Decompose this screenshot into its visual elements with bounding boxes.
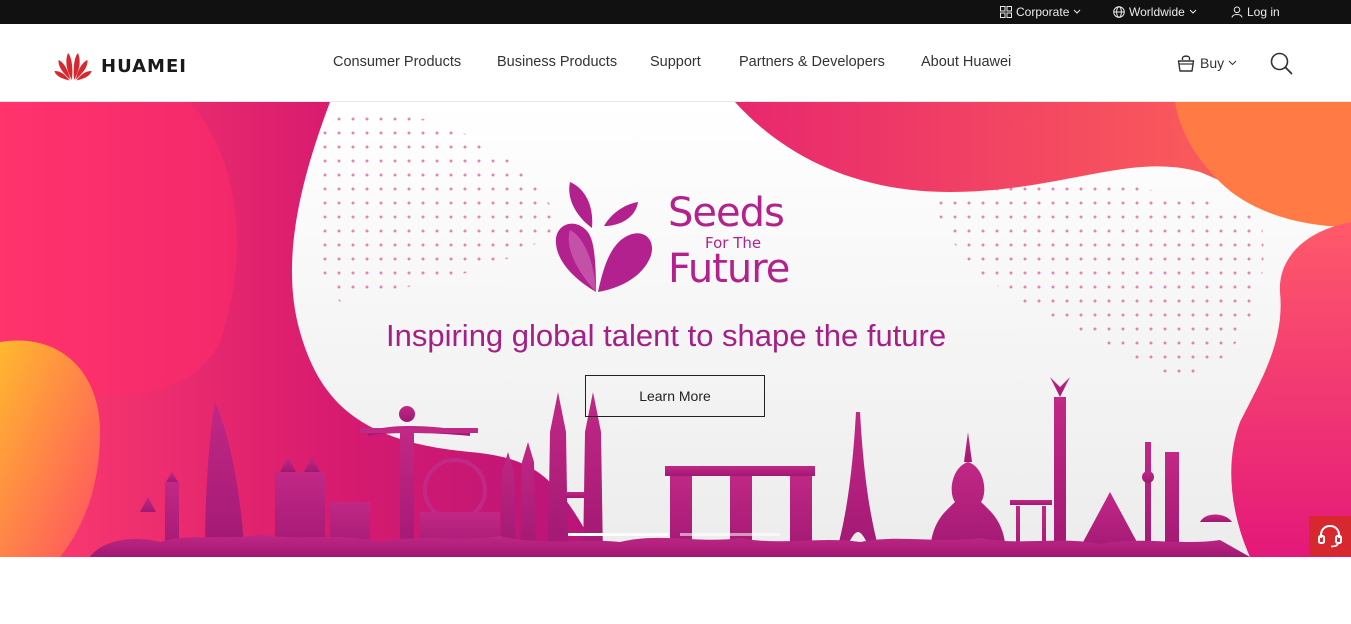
chevron-down-icon bbox=[1189, 9, 1197, 14]
worldwide-menu[interactable]: Worldwide bbox=[1113, 0, 1197, 24]
hero-banner: Seeds For The Future Inspiring global ta… bbox=[0, 102, 1351, 557]
nav-business-products[interactable]: Business Products bbox=[497, 54, 617, 70]
customer-support-button[interactable] bbox=[1309, 516, 1351, 556]
grid-icon bbox=[1000, 6, 1012, 18]
worldwide-label: Worldwide bbox=[1129, 5, 1185, 19]
seeds-word: Seeds bbox=[668, 190, 785, 236]
seeds-leaf-icon bbox=[555, 182, 652, 292]
nav-partners-developers[interactable]: Partners & Developers bbox=[739, 54, 885, 70]
chevron-down-icon bbox=[1074, 9, 1081, 14]
corporate-menu[interactable]: Corporate bbox=[1000, 0, 1081, 24]
login-link[interactable]: Log in bbox=[1231, 0, 1280, 24]
buy-label: Buy bbox=[1200, 55, 1225, 71]
nav-support[interactable]: Support bbox=[650, 54, 701, 70]
carousel-indicators bbox=[568, 533, 780, 536]
shopping-bag-icon bbox=[1177, 55, 1195, 72]
utility-bar: Corporate Worldwide Log in bbox=[0, 0, 1351, 24]
nav-consumer-products[interactable]: Consumer Products bbox=[333, 54, 461, 70]
search-icon bbox=[1270, 52, 1293, 75]
chevron-down-icon bbox=[1228, 60, 1237, 66]
search-button[interactable] bbox=[1270, 52, 1293, 80]
future-word: Future bbox=[668, 246, 790, 292]
globe-icon bbox=[1113, 6, 1125, 18]
hero-tagline: Inspiring global talent to shape the fut… bbox=[386, 318, 947, 353]
main-navigation: HUAMEI Consumer Products Business Produc… bbox=[0, 24, 1351, 102]
brand-logo[interactable]: HUAMEI bbox=[54, 51, 187, 81]
huawei-logo-icon bbox=[54, 53, 92, 81]
carousel-dot-1[interactable] bbox=[568, 533, 668, 536]
nav-about-huawei[interactable]: About Huawei bbox=[921, 54, 1011, 70]
buy-menu[interactable]: Buy bbox=[1176, 53, 1237, 73]
brand-name: HUAMEI bbox=[101, 55, 187, 77]
user-icon bbox=[1231, 6, 1243, 18]
corporate-label: Corporate bbox=[1016, 5, 1070, 19]
learn-more-button[interactable]: Learn More bbox=[585, 375, 765, 417]
headset-icon bbox=[1318, 524, 1342, 548]
login-label: Log in bbox=[1247, 5, 1280, 19]
carousel-dot-2[interactable] bbox=[680, 533, 780, 536]
